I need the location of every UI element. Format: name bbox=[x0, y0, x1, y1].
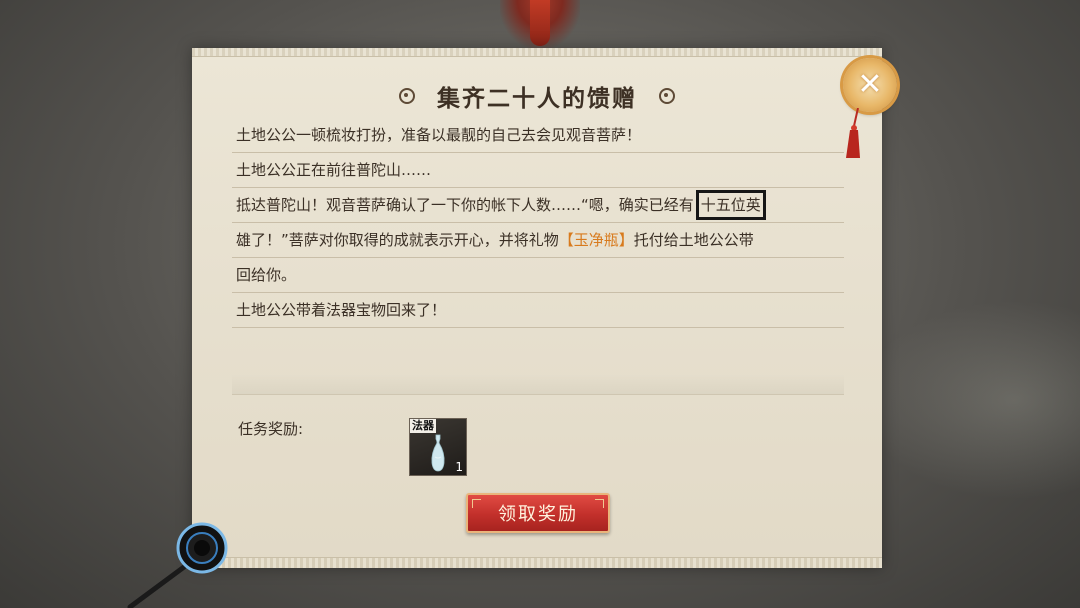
story-line: 土地公公正在前往普陀山…… bbox=[232, 153, 844, 188]
story-text: 土地公公一顿梳妆打扮，准备以最靓的自己去会见观音菩萨！ 土地公公正在前往普陀山…… bbox=[232, 118, 844, 328]
story-line: 土地公公带着法器宝物回来了！ bbox=[232, 293, 844, 328]
story-text-segment: 托付给土地公公带 bbox=[633, 231, 754, 249]
tassel-ornament-icon bbox=[846, 108, 860, 158]
item-category-tag: 法器 bbox=[410, 419, 436, 433]
story-line: 抵达普陀山！观音菩萨确认了一下你的帐下人数……“嗯，确实已经有 十五位英 bbox=[232, 188, 844, 223]
story-text-segment: 雄了！”菩萨对你取得的成就表示开心，并将礼物 bbox=[236, 231, 559, 249]
dialog-header: 集齐二十人的馈赠 bbox=[192, 78, 882, 114]
story-line: 回给你。 bbox=[232, 258, 844, 293]
background-mist bbox=[860, 300, 1080, 500]
annotated-text-box: 十五位英 bbox=[695, 190, 766, 220]
swirl-ornament-icon bbox=[659, 88, 675, 104]
story-text-segment: 抵达普陀山！观音菩萨确认了一下你的帐下人数……“嗯，确实已经有 bbox=[236, 196, 694, 214]
story-footer-band bbox=[232, 374, 844, 395]
story-line: 雄了！”菩萨对你取得的成就表示开心，并将礼物【玉净瓶】托付给土地公公带 bbox=[232, 223, 844, 258]
dialog-title: 集齐二十人的馈赠 bbox=[437, 86, 637, 112]
item-name-highlight: 【玉净瓶】 bbox=[558, 231, 634, 249]
swirl-ornament-icon bbox=[399, 88, 415, 104]
story-line: 土地公公一顿梳妆打扮，准备以最靓的自己去会见观音菩萨！ bbox=[232, 118, 844, 153]
quest-dialog: 集齐二十人的馈赠 土地公公一顿梳妆打扮，准备以最靓的自己去会见观音菩萨！ 土地公… bbox=[192, 48, 882, 568]
jade-vase-icon bbox=[431, 434, 445, 472]
brush-pointer-icon bbox=[127, 522, 228, 608]
reward-label: 任务奖励: bbox=[238, 420, 304, 438]
reward-item-slot[interactable]: 法器 1 bbox=[409, 418, 467, 476]
claim-reward-label: 领取奖励 bbox=[498, 504, 578, 525]
close-icon: ✕ bbox=[857, 67, 883, 102]
background-lantern bbox=[500, 0, 580, 48]
item-count: 1 bbox=[455, 460, 463, 474]
claim-reward-button[interactable]: 领取奖励 bbox=[466, 493, 610, 533]
close-button[interactable]: ✕ bbox=[843, 58, 897, 112]
